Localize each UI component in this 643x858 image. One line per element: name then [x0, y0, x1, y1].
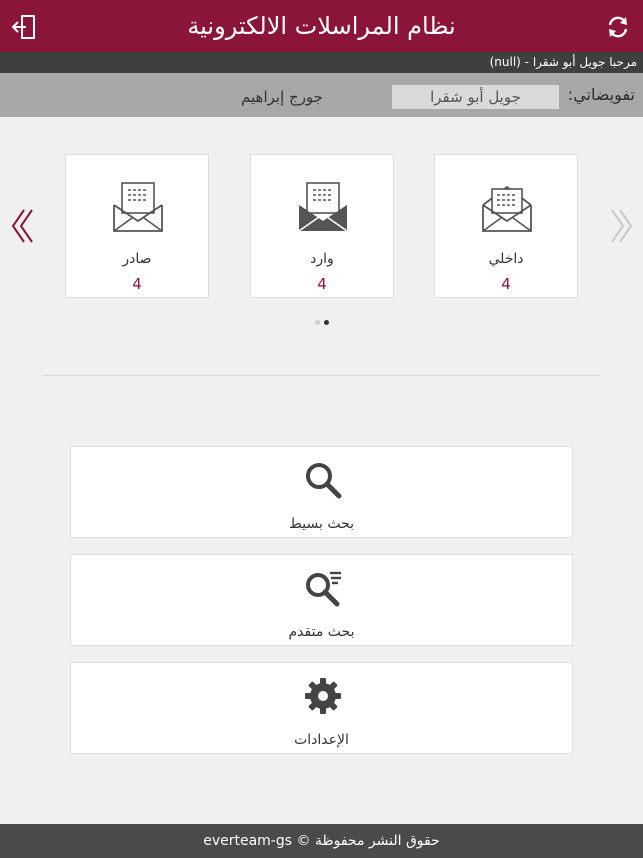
advanced-search-button[interactable]: بحث متقدم [70, 554, 573, 646]
gear-icon [305, 678, 341, 714]
refresh-icon[interactable] [605, 14, 631, 40]
delegation-bar: تفويضاتي: جويل أبو شقرا جورج إبراهيم [0, 73, 643, 117]
card-internal[interactable]: داخلي 4 [434, 154, 578, 298]
delegation-selected[interactable]: جويل أبو شقرا [392, 85, 559, 109]
welcome-bar: مرحبا جويل أبو شقرا - (null) [0, 52, 643, 73]
outgoing-envelope-icon [113, 182, 163, 232]
settings-label: الإعدادات [294, 732, 349, 748]
settings-button[interactable]: الإعدادات [70, 662, 573, 754]
advanced-search-label: بحث متقدم [288, 624, 355, 640]
page-dot-active[interactable] [324, 320, 329, 325]
divider [43, 375, 600, 376]
card-label: داخلي [488, 251, 524, 267]
app-title: نظام المراسلات الالكترونية [187, 12, 456, 40]
delegation-label: تفويضاتي: [567, 85, 635, 104]
next-arrow-icon[interactable] [608, 206, 634, 246]
footer-copyright: حقوق النشر محفوظة © everteam-gs [0, 824, 643, 858]
card-label: صادر [122, 251, 152, 267]
card-count: 4 [501, 275, 511, 293]
app-header: نظام المراسلات الالكترونية [0, 0, 643, 52]
simple-search-button[interactable]: بحث بسيط [70, 446, 573, 538]
previous-arrow-icon[interactable] [10, 206, 36, 246]
card-count: 4 [132, 275, 142, 293]
card-count: 4 [317, 275, 327, 293]
page-indicator[interactable] [312, 320, 332, 326]
incoming-envelope-icon [298, 182, 348, 232]
advanced-search-icon [306, 571, 341, 607]
card-label: وارد [310, 251, 334, 267]
card-incoming[interactable]: وارد 4 [250, 154, 394, 298]
simple-search-label: بحث بسيط [288, 516, 355, 532]
card-outgoing[interactable]: صادر 4 [65, 154, 209, 298]
delegation-other[interactable]: جورج إبراهيم [222, 85, 342, 109]
open-envelope-icon [482, 185, 532, 232]
search-icon [306, 463, 342, 499]
page-dot[interactable] [315, 320, 320, 325]
